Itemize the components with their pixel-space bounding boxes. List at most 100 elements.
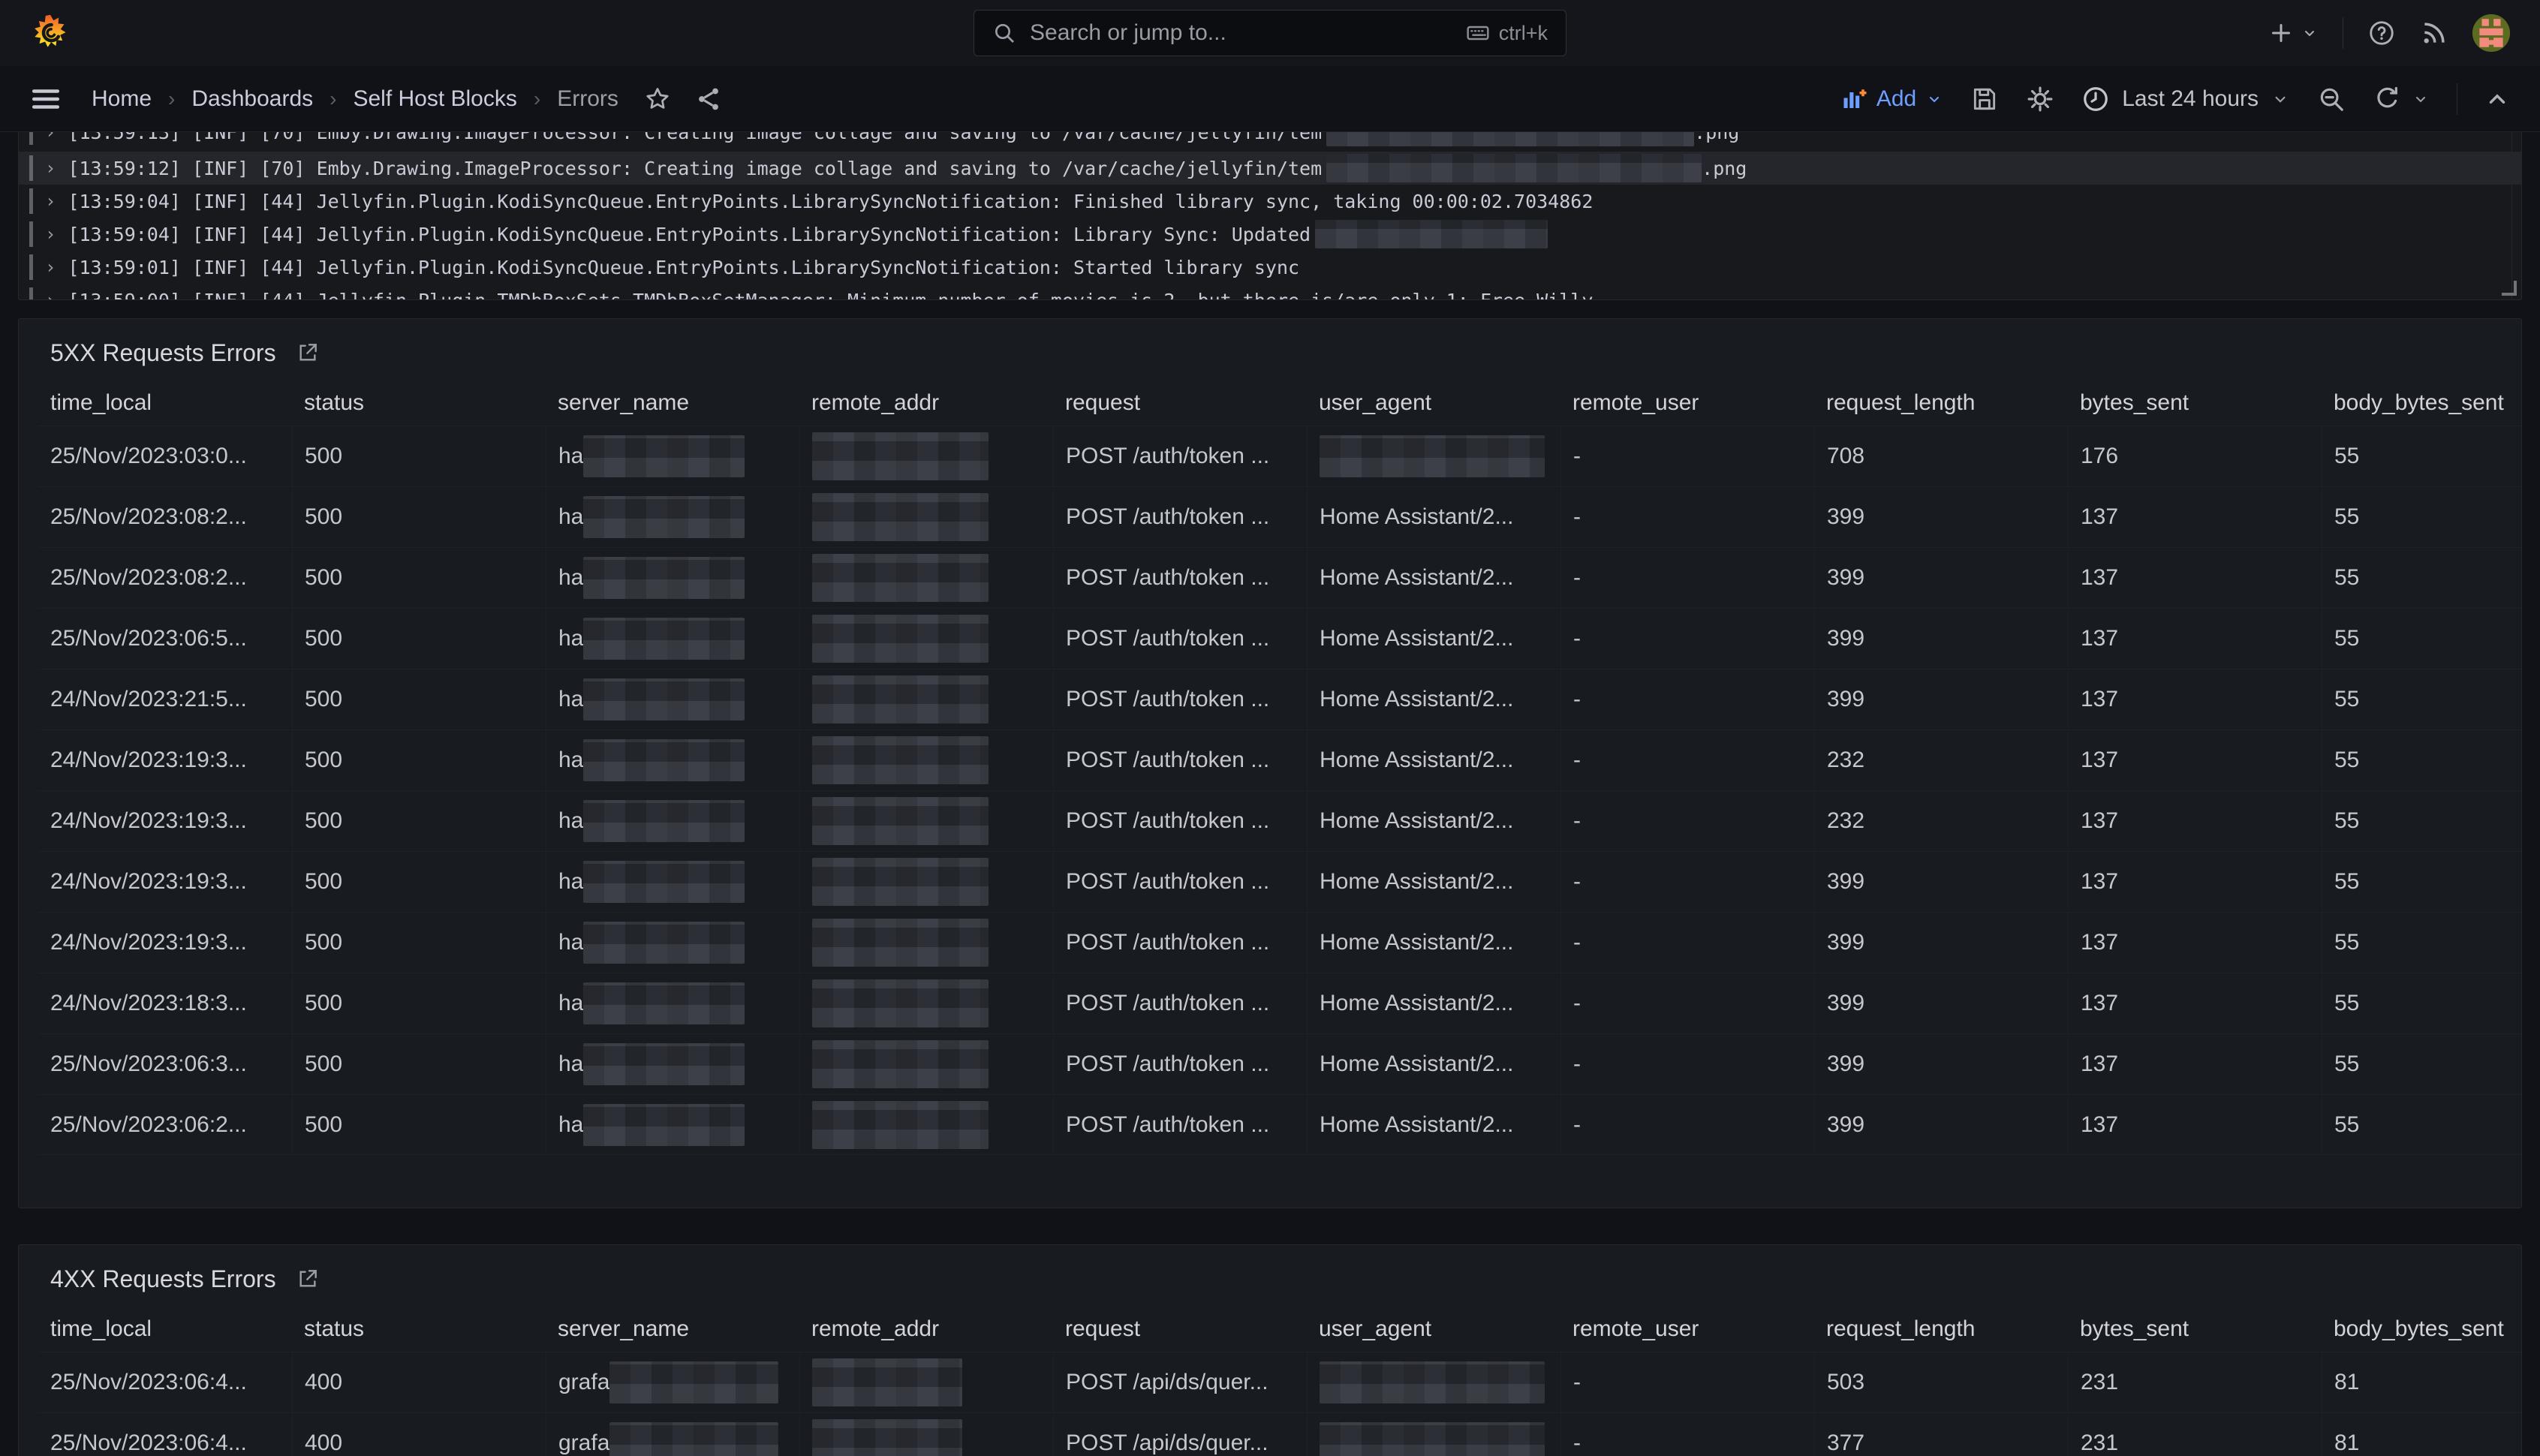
column-header-request[interactable]: request — [1053, 1316, 1307, 1342]
redacted-value — [812, 1040, 989, 1088]
panel-title[interactable]: 4XX Requests Errors — [50, 1265, 276, 1293]
redacted-value — [583, 435, 745, 477]
log-message: [13:59:13] [INF] [70] Emby.Drawing.Image… — [68, 132, 1739, 146]
breadcrumb-dashboards[interactable]: Dashboards — [191, 86, 313, 112]
share-icon[interactable] — [695, 86, 722, 113]
redacted-value — [583, 922, 745, 964]
column-header-user_agent[interactable]: user_agent — [1307, 1316, 1560, 1342]
cell-server_name: ha — [546, 852, 799, 912]
menu-icon[interactable] — [30, 83, 62, 115]
cell-request: POST /auth/token ... — [1053, 426, 1307, 486]
cell-server_name: grafa — [546, 1352, 799, 1412]
cell-user_agent: Home Assistant/2... — [1307, 1034, 1560, 1094]
column-header-status[interactable]: status — [292, 1316, 546, 1342]
column-header-body_bytes_sent[interactable]: body_bytes_sent — [2322, 1316, 2522, 1342]
cell-server_name: ha — [546, 609, 799, 669]
breadcrumb-folder[interactable]: Self Host Blocks — [353, 86, 516, 112]
cell-remote_user: - — [1560, 973, 1814, 1033]
cell-status: 500 — [292, 913, 546, 973]
help-button[interactable] — [2367, 19, 2396, 47]
log-row[interactable]: ›[13:59:00] [INF] [44] Jellyfin.Plugin.T… — [19, 284, 2521, 300]
log-row[interactable]: ›[13:59:04] [INF] [44] Jellyfin.Plugin.K… — [19, 185, 2521, 218]
cell-server_name: ha — [546, 487, 799, 547]
cell-remote_user: - — [1560, 669, 1814, 730]
table-header-row: time_localstatusserver_nameremote_addrre… — [38, 1307, 2522, 1352]
column-header-body_bytes_sent[interactable]: body_bytes_sent — [2322, 390, 2522, 416]
cell-user_agent — [1307, 1413, 1560, 1456]
expand-log-icon[interactable]: › — [45, 191, 56, 212]
expand-log-icon[interactable]: › — [45, 158, 56, 179]
save-button[interactable] — [1970, 85, 1999, 113]
column-header-bytes_sent[interactable]: bytes_sent — [2068, 1316, 2322, 1342]
panel-title[interactable]: 5XX Requests Errors — [50, 339, 276, 367]
time-range-picker[interactable]: Last 24 hours — [2081, 85, 2290, 113]
log-row[interactable]: ›[13:59:01] [INF] [44] Jellyfin.Plugin.K… — [19, 251, 2521, 284]
column-header-time_local[interactable]: time_local — [38, 390, 292, 416]
column-header-remote_user[interactable]: remote_user — [1560, 390, 1814, 416]
cell-body_bytes_sent: 55 — [2322, 548, 2522, 608]
collapse-controls-button[interactable] — [2484, 86, 2510, 112]
cell-server_name: ha — [546, 913, 799, 973]
cell-body_bytes_sent: 55 — [2322, 426, 2522, 486]
cell-time_local: 24/Nov/2023:19:3... — [38, 913, 292, 973]
zoom-out-button[interactable] — [2317, 85, 2346, 113]
expand-log-icon[interactable]: › — [45, 257, 56, 278]
cell-request: POST /auth/token ... — [1053, 791, 1307, 851]
star-icon[interactable] — [644, 86, 671, 113]
column-header-server_name[interactable]: server_name — [546, 390, 799, 416]
search-shortcut-label: ctrl+k — [1499, 22, 1548, 45]
cell-time_local: 24/Nov/2023:19:3... — [38, 730, 292, 790]
scrollbar[interactable] — [2511, 132, 2521, 299]
expand-log-icon[interactable]: › — [45, 290, 56, 300]
panel-resize-handle[interactable] — [2502, 281, 2517, 296]
column-header-status[interactable]: status — [292, 390, 546, 416]
cell-server_name: ha — [546, 1034, 799, 1094]
redacted-value — [609, 1422, 778, 1456]
cell-remote_addr — [799, 913, 1053, 973]
cell-body_bytes_sent: 55 — [2322, 913, 2522, 973]
log-level-bar — [29, 132, 33, 145]
cell-body_bytes_sent: 81 — [2322, 1352, 2522, 1412]
cell-request_length: 399 — [1814, 973, 2068, 1033]
log-row[interactable]: › [13:59:13] [INF] [70] Emby.Drawing.Imag… — [19, 132, 2521, 149]
breadcrumb: Home › Dashboards › Self Host Blocks › E… — [92, 86, 618, 112]
column-header-server_name[interactable]: server_name — [546, 1316, 799, 1342]
column-header-remote_addr[interactable]: remote_addr — [799, 390, 1053, 416]
log-row[interactable]: ›[13:59:12] [INF] [70] Emby.Drawing.Imag… — [19, 152, 2521, 185]
breadcrumb-home[interactable]: Home — [92, 86, 152, 112]
column-header-remote_addr[interactable]: remote_addr — [799, 1316, 1053, 1342]
redacted-value — [583, 982, 745, 1024]
cell-remote_user: - — [1560, 1034, 1814, 1094]
add-button[interactable]: Add — [1840, 86, 1943, 113]
expand-log-icon[interactable]: › — [45, 132, 56, 143]
redacted-value — [1326, 132, 1694, 146]
column-header-bytes_sent[interactable]: bytes_sent — [2068, 390, 2322, 416]
cell-request_length: 399 — [1814, 669, 2068, 730]
grafana-logo[interactable] — [30, 13, 71, 53]
news-icon[interactable] — [2420, 19, 2448, 47]
refresh-button[interactable] — [2373, 85, 2401, 113]
column-header-remote_user[interactable]: remote_user — [1560, 1316, 1814, 1342]
log-row[interactable]: ›[13:59:04] [INF] [44] Jellyfin.Plugin.K… — [19, 218, 2521, 251]
redacted-value — [812, 1419, 962, 1456]
cell-user_agent: Home Assistant/2... — [1307, 973, 1560, 1033]
settings-button[interactable] — [2026, 85, 2054, 113]
redacted-value — [812, 554, 989, 602]
column-header-request[interactable]: request — [1053, 390, 1307, 416]
column-header-time_local[interactable]: time_local — [38, 1316, 292, 1342]
external-link-icon[interactable] — [296, 341, 320, 365]
external-link-icon[interactable] — [296, 1267, 320, 1291]
cell-bytes_sent: 137 — [2068, 669, 2322, 730]
cell-bytes_sent: 137 — [2068, 487, 2322, 547]
new-button[interactable] — [2268, 20, 2319, 47]
table-row: 24/Nov/2023:21:5...500haPOST /auth/token… — [38, 669, 2522, 730]
column-header-request_length[interactable]: request_length — [1814, 1316, 2068, 1342]
search-input[interactable]: Search or jump to... ctrl+k — [974, 10, 1566, 56]
log-level-bar — [29, 254, 33, 280]
cell-request_length: 503 — [1814, 1352, 2068, 1412]
column-header-user_agent[interactable]: user_agent — [1307, 390, 1560, 416]
column-header-request_length[interactable]: request_length — [1814, 390, 2068, 416]
expand-log-icon[interactable]: › — [45, 224, 56, 245]
avatar[interactable] — [2472, 14, 2510, 52]
table-row: 25/Nov/2023:06:3...500haPOST /auth/token… — [38, 1033, 2522, 1094]
